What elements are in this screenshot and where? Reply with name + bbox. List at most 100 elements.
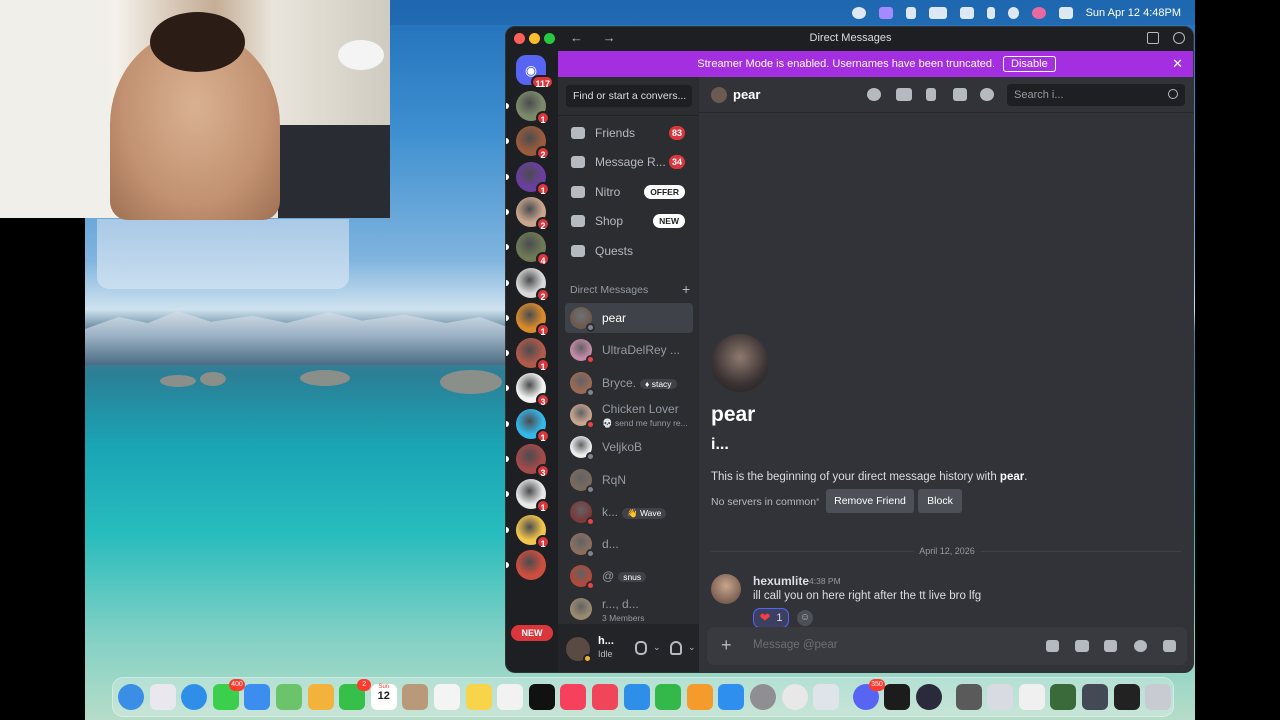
message-author[interactable]: hexumlite xyxy=(753,574,809,588)
facetime-app-icon[interactable]: 2 xyxy=(339,679,372,710)
dm-item[interactable]: UltraDelRey ... xyxy=(565,335,693,365)
sticker-icon[interactable] xyxy=(1104,640,1117,652)
search-input[interactable]: Search i... xyxy=(1007,84,1185,106)
sidebar-item-shop[interactable]: Shop NEW xyxy=(565,208,693,234)
create-dm-button[interactable]: + xyxy=(682,281,690,297)
dm-item[interactable]: Chicken Lover 💀 send me funny re... xyxy=(565,400,693,430)
channel-name[interactable]: pear xyxy=(733,87,760,102)
dm-item[interactable]: Bryce. ♦ stacy xyxy=(565,368,693,398)
moon-icon[interactable] xyxy=(905,6,916,19)
safari-app-icon[interactable] xyxy=(181,684,208,710)
headphones-icon[interactable] xyxy=(670,641,682,655)
profile-avatar[interactable] xyxy=(711,334,769,392)
bluetooth-icon[interactable] xyxy=(986,6,995,19)
help-icon[interactable] xyxy=(1173,32,1185,44)
preview-5-app-icon[interactable] xyxy=(1082,684,1108,710)
remove-friend-button[interactable]: Remove Friend xyxy=(826,489,914,513)
server-icon[interactable]: 3 xyxy=(516,373,550,408)
server-icon[interactable]: 1 xyxy=(516,302,550,337)
server-icon[interactable]: 1 xyxy=(516,479,550,514)
siri-icon[interactable] xyxy=(1031,6,1046,19)
attach-plus-icon[interactable]: + xyxy=(721,636,732,654)
news-app-icon[interactable] xyxy=(592,684,618,710)
chevron-down-icon[interactable]: ⌄ xyxy=(653,642,661,653)
server-icon[interactable]: 1 xyxy=(516,91,550,125)
avatar[interactable] xyxy=(566,637,592,663)
inbox-icon[interactable] xyxy=(1147,32,1159,44)
video-call-icon[interactable] xyxy=(896,88,912,101)
battery-icon[interactable] xyxy=(928,6,947,19)
apple-tv-app-icon[interactable] xyxy=(528,684,555,710)
maps-app-icon[interactable] xyxy=(276,684,302,710)
server-icon[interactable]: 1 xyxy=(516,161,550,196)
server-icon[interactable]: 2 xyxy=(516,126,550,161)
screen-record-icon[interactable] xyxy=(878,6,893,19)
dm-item[interactable]: d... xyxy=(565,529,693,559)
photos-app-icon[interactable] xyxy=(307,684,334,710)
chrome-app-icon[interactable] xyxy=(781,684,808,710)
message-avatar[interactable] xyxy=(711,574,741,604)
dm-item[interactable]: RqN xyxy=(565,465,693,495)
freeform-app-icon[interactable] xyxy=(497,684,524,710)
pin-icon[interactable] xyxy=(926,88,936,101)
iphone-mirroring-app-icon[interactable] xyxy=(813,684,840,710)
clock-icon[interactable] xyxy=(851,6,866,19)
message-composer[interactable]: + Message @pear xyxy=(707,627,1187,665)
discord-home-button[interactable]: ◉ 117 xyxy=(516,55,554,89)
notes-app-icon[interactable] xyxy=(465,684,492,710)
close-icon[interactable]: ✕ xyxy=(1172,56,1183,72)
reminders-app-icon[interactable] xyxy=(434,684,460,710)
dm-item[interactable]: r..., d... 3 Members xyxy=(565,594,693,624)
dm-item[interactable]: k... 👋 Wave xyxy=(565,497,693,527)
gift-icon[interactable] xyxy=(1046,640,1059,652)
dm-item[interactable]: pear xyxy=(565,303,693,333)
sidebar-item-friends[interactable]: Friends 83 xyxy=(565,120,693,146)
obs-app-icon[interactable] xyxy=(916,684,942,710)
server-icon[interactable]: 2 xyxy=(516,267,550,302)
messages-app-icon[interactable]: 400 xyxy=(212,679,245,710)
wifi-icon[interactable] xyxy=(959,6,974,19)
disable-streamer-mode-button[interactable]: Disable xyxy=(1003,56,1056,72)
preview-2-app-icon[interactable] xyxy=(987,684,1014,710)
trash-app-icon[interactable] xyxy=(1145,684,1172,710)
launchpad-app-icon[interactable] xyxy=(149,684,176,710)
spotify-app-icon[interactable] xyxy=(884,684,911,710)
new-servers-badge[interactable]: NEW xyxy=(511,625,553,641)
gif-icon[interactable] xyxy=(1075,640,1089,652)
server-icon[interactable]: 2 xyxy=(516,196,550,231)
server-icon[interactable]: 1 xyxy=(516,514,550,549)
reaction-heart[interactable]: ❤ 1 xyxy=(753,608,789,628)
server-icon[interactable]: 3 xyxy=(516,444,550,478)
preview-4-app-icon[interactable] xyxy=(1050,684,1077,710)
server-icon[interactable]: 4 xyxy=(516,232,550,267)
app-store-app-icon[interactable] xyxy=(718,684,745,710)
contacts-app-icon[interactable] xyxy=(402,684,429,710)
finder-app-icon[interactable] xyxy=(118,684,144,710)
dm-item[interactable]: @ snus xyxy=(565,561,693,591)
dm-item[interactable]: VeljkoB xyxy=(565,432,693,462)
username[interactable]: h... xyxy=(598,635,614,647)
block-button[interactable]: Block xyxy=(918,489,962,513)
music-app-icon[interactable] xyxy=(560,684,587,710)
server-icon[interactable]: 1 xyxy=(516,408,550,443)
apps-icon[interactable] xyxy=(1163,640,1176,652)
sidebar-item-nitro[interactable]: Nitro OFFER xyxy=(565,179,693,205)
server-icon[interactable] xyxy=(516,549,546,580)
preview-3-app-icon[interactable] xyxy=(1018,684,1045,710)
search-icon[interactable] xyxy=(1007,6,1019,19)
sidebar-item-message-requests[interactable]: Message R... 34 xyxy=(565,149,693,175)
add-reaction-icon[interactable]: ☺ xyxy=(797,610,813,626)
control-center-icon[interactable] xyxy=(1058,6,1073,19)
emoji-icon[interactable] xyxy=(1134,640,1147,652)
add-friends-icon[interactable] xyxy=(953,88,967,101)
chevron-down-icon[interactable]: ⌄ xyxy=(688,642,696,653)
discord-app-icon[interactable]: 350 xyxy=(852,679,885,710)
find-conversation-input[interactable]: Find or start a convers... xyxy=(566,85,692,107)
avatar[interactable] xyxy=(711,86,727,103)
mail-app-icon[interactable] xyxy=(244,684,271,710)
preview-6-app-icon[interactable] xyxy=(1113,684,1140,710)
pages-app-icon[interactable] xyxy=(686,684,713,710)
menubar-datetime[interactable]: Sun Apr 12 4:48PM xyxy=(1086,7,1181,19)
message-input[interactable]: Message @pear xyxy=(753,639,838,651)
system-settings-app-icon[interactable] xyxy=(750,684,776,710)
